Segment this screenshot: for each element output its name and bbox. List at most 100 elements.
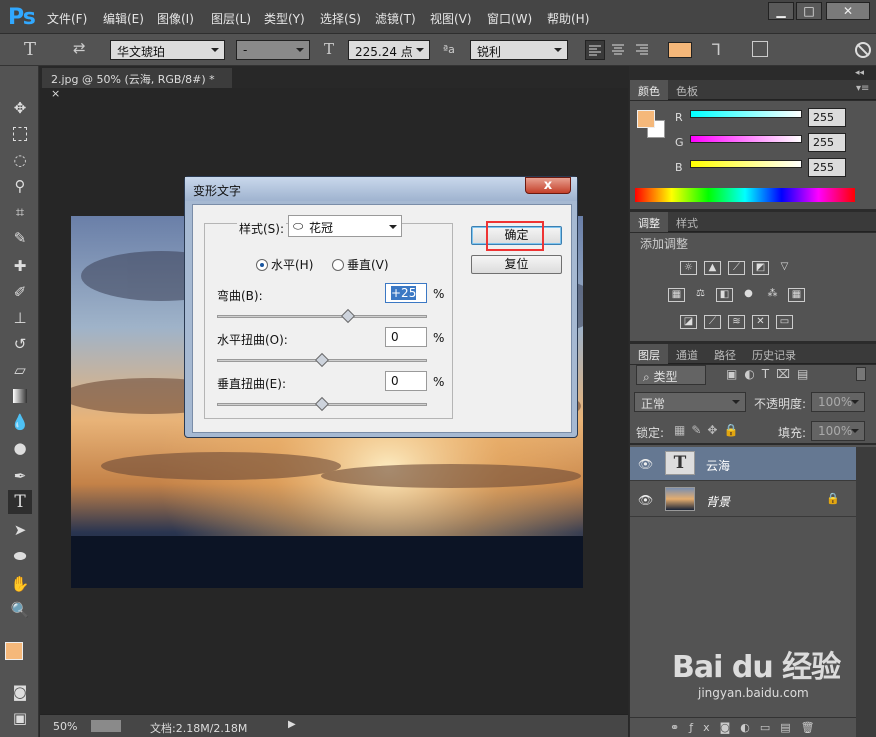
tab-history[interactable]: 历史记录 (744, 344, 804, 364)
menu-edit[interactable]: 编辑(E) (103, 10, 144, 27)
threshold-icon[interactable]: ≋ (728, 315, 745, 329)
eraser-tool-icon[interactable]: ▱ (8, 358, 32, 382)
minimize-button[interactable]: ▁ (768, 2, 794, 20)
lasso-tool-icon[interactable]: ◌ (8, 148, 32, 172)
channel-g-input[interactable]: 255 (808, 133, 846, 152)
visibility-eye-icon[interactable]: 👁 (638, 457, 653, 471)
photo-filter-icon[interactable]: ● (740, 288, 757, 302)
style-select[interactable]: ⬭ 花冠 (288, 215, 402, 237)
layers-scrollbar[interactable] (856, 447, 876, 737)
tab-paths[interactable]: 路径 (706, 344, 744, 364)
hand-tool-icon[interactable]: ✋ (8, 572, 32, 596)
channel-b-slider[interactable] (690, 160, 802, 168)
crop-tool-icon[interactable]: ⌗ (8, 200, 32, 224)
horizontal-radio[interactable] (256, 259, 268, 271)
menu-help[interactable]: 帮助(H) (547, 10, 589, 27)
move-tool-icon[interactable]: ✥ (8, 96, 32, 120)
text-tool-icon[interactable]: T (24, 39, 36, 60)
menu-window[interactable]: 窗口(W) (487, 10, 532, 27)
layer-filter-select[interactable]: ⌕ 类型 (636, 365, 706, 385)
bend-input[interactable]: +25 (385, 283, 427, 303)
eyedropper-tool-icon[interactable]: ✎ (8, 226, 32, 250)
fill-input[interactable]: 100% (811, 421, 865, 441)
foreground-color-swatch[interactable] (5, 642, 23, 660)
menu-layer[interactable]: 图层(L) (211, 10, 251, 27)
dialog-close-button[interactable]: x (525, 177, 571, 194)
filter-toggle[interactable] (856, 367, 866, 381)
close-window-button[interactable]: ✕ (826, 2, 870, 20)
layer-filter-icons[interactable]: ▣◐T⌧▤ (726, 367, 815, 381)
collapse-panels-icon[interactable]: ◂◂ (855, 68, 864, 78)
gradient-tool-icon[interactable] (8, 384, 32, 408)
text-orientation-icon[interactable]: ⇄ (73, 39, 86, 57)
font-size-select[interactable]: 225.24 点 (348, 40, 430, 60)
fg-color-swatch[interactable] (637, 110, 655, 128)
channel-mixer-icon[interactable]: ⁂ (764, 288, 781, 302)
document-tab[interactable]: 2.jpg @ 50% (云海, RGB/8#) * × (42, 68, 232, 100)
antialias-select[interactable]: 锐利 (470, 40, 568, 60)
type-tool-icon[interactable]: T (8, 490, 32, 514)
menu-file[interactable]: 文件(F) (47, 10, 87, 27)
quick-select-tool-icon[interactable]: ⚲ (8, 174, 32, 198)
blend-mode-select[interactable]: 正常 (634, 392, 746, 412)
blur-tool-icon[interactable]: 💧 (8, 410, 32, 434)
healing-brush-tool-icon[interactable]: ✚ (8, 254, 32, 278)
font-style-select[interactable]: - (236, 40, 310, 60)
lock-icons[interactable]: ▦✎✥🔒 (674, 423, 744, 437)
color-spectrum-bar[interactable] (635, 188, 855, 202)
cancel-icon[interactable] (855, 42, 871, 58)
curves-icon[interactable]: ⟋ (728, 261, 745, 275)
layer-row-background[interactable]: 👁 背景 🔒 (630, 483, 856, 517)
panel-menu-icon[interactable]: ▾≡ (856, 83, 869, 94)
h-distort-input[interactable]: 0 (385, 327, 427, 347)
maximize-button[interactable]: □ (796, 2, 822, 20)
vertical-radio[interactable] (332, 259, 344, 271)
marquee-tool-icon[interactable] (8, 122, 32, 146)
selective-color-icon[interactable]: ✕ (752, 315, 769, 329)
brush-tool-icon[interactable]: ✐ (8, 280, 32, 304)
black-white-icon[interactable]: ◧ (716, 288, 733, 302)
dodge-tool-icon[interactable]: ● (8, 436, 32, 460)
tab-layers[interactable]: 图层 (630, 344, 668, 364)
ellipse-tool-icon[interactable]: ⬬ (8, 544, 32, 568)
levels-icon[interactable]: ▲ (704, 261, 721, 275)
gradient-map-icon[interactable]: ▭ (776, 315, 793, 329)
character-panel-icon[interactable] (752, 41, 768, 57)
zoom-level[interactable]: 50% (53, 720, 77, 733)
channel-r-slider[interactable] (690, 110, 802, 118)
tab-channels[interactable]: 通道 (668, 344, 706, 364)
text-color-swatch[interactable] (668, 42, 692, 58)
screen-mode-icon[interactable]: ▣ (8, 706, 32, 730)
channel-r-input[interactable]: 255 (808, 108, 846, 127)
status-arrow-icon[interactable]: ▶ (288, 719, 296, 730)
close-tab-icon[interactable]: × (51, 87, 60, 100)
path-select-tool-icon[interactable]: ➤ (8, 518, 32, 542)
tab-color[interactable]: 颜色 (630, 80, 668, 100)
exposure-icon[interactable]: ◩ (752, 261, 769, 275)
menu-type[interactable]: 类型(Y) (264, 10, 305, 27)
reset-button[interactable]: 复位 (471, 255, 562, 274)
stamp-tool-icon[interactable]: ⊥ (8, 306, 32, 330)
align-center-button[interactable] (609, 40, 629, 60)
invert-icon[interactable]: ◪ (680, 315, 697, 329)
color-lookup-icon[interactable]: ▦ (788, 288, 805, 302)
opacity-input[interactable]: 100% (811, 392, 865, 412)
warp-text-icon[interactable]: Ꞁ (712, 40, 721, 59)
menu-select[interactable]: 选择(S) (320, 10, 361, 27)
channel-g-slider[interactable] (690, 135, 802, 143)
v-distort-input[interactable]: 0 (385, 371, 427, 391)
color-balance-icon[interactable]: ⚖ (692, 288, 709, 302)
hue-saturation-icon[interactable]: ▦ (668, 288, 685, 302)
channel-b-input[interactable]: 255 (808, 158, 846, 177)
tab-swatches[interactable]: 色板 (668, 80, 706, 100)
layer-row-text[interactable]: 👁 T 云海 (630, 447, 856, 481)
tab-adjustments[interactable]: 调整 (630, 212, 668, 232)
pen-tool-icon[interactable]: ✒ (8, 464, 32, 488)
layers-footer-icons[interactable]: ⚭ƒx◙◐▭▤🗑 (630, 717, 856, 737)
zoom-tool-icon[interactable]: 🔍 (8, 598, 32, 622)
tab-styles[interactable]: 样式 (668, 212, 706, 232)
history-brush-tool-icon[interactable]: ↺ (8, 332, 32, 356)
posterize-icon[interactable]: ⟋ (704, 315, 721, 329)
dialog-title-bar[interactable]: 变形文字 x (185, 177, 577, 201)
quick-mask-icon[interactable]: ◙ (8, 680, 32, 704)
